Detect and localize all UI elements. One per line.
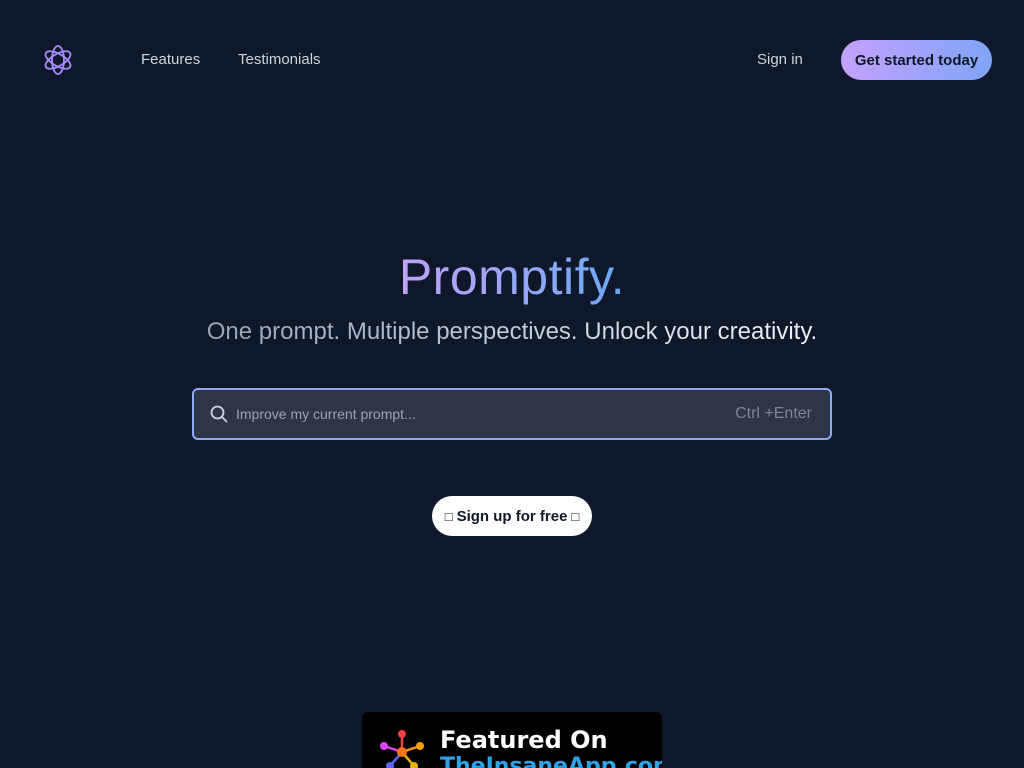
network-hub-icon <box>380 730 424 768</box>
hero-subtitle-text: One prompt. Multiple perspectives. Unloc… <box>206 318 818 345</box>
prompt-input[interactable] <box>236 390 706 438</box>
sign-up-left-glyph: □ <box>444 508 453 524</box>
openai-knot-icon[interactable] <box>40 42 76 78</box>
keyboard-shortcut-hint: Ctrl +Enter <box>735 405 812 422</box>
prompt-search-box[interactable]: Ctrl +Enter <box>192 388 832 440</box>
featured-on-label: Featured On <box>440 726 608 754</box>
sign-in-link[interactable]: Sign in <box>757 50 803 70</box>
hero-title: Promptify. <box>0 248 1024 306</box>
featured-site-link[interactable]: TheInsaneApp.com <box>440 754 662 768</box>
sign-up-free-button[interactable]: □ Sign up for free □ <box>432 496 592 536</box>
nav-testimonials[interactable]: Testimonials <box>238 50 321 70</box>
get-started-button[interactable]: Get started today <box>841 40 992 80</box>
sign-up-right-glyph: □ <box>571 508 580 524</box>
hero-title-text: Promptify. <box>398 249 626 305</box>
nav-features[interactable]: Features <box>141 50 200 70</box>
search-icon <box>210 405 228 423</box>
hero-subtitle: One prompt. Multiple perspectives. Unloc… <box>0 316 1024 348</box>
page: Features Testimonials Sign in Get starte… <box>0 0 1024 768</box>
featured-on-badge[interactable]: Featured On TheInsaneApp.com <box>362 712 662 768</box>
sign-up-free-label: Sign up for free <box>456 507 568 525</box>
